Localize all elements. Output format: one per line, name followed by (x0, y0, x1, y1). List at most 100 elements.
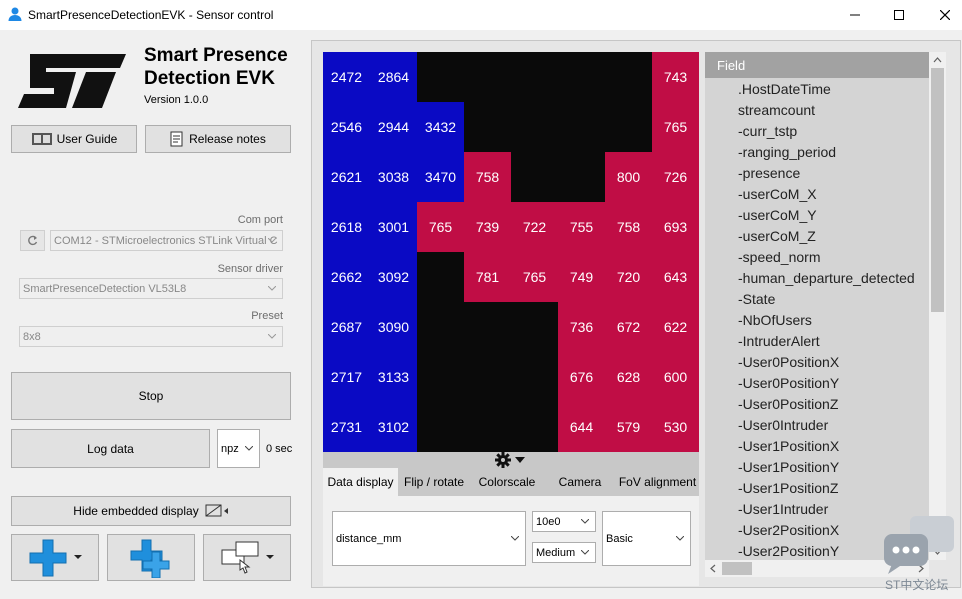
hide-display-label: Hide embedded display (73, 504, 199, 518)
release-notes-button[interactable]: Release notes (145, 125, 291, 153)
heatmap-cell: 2618 (323, 202, 370, 252)
heatmap-cell: 2472 (323, 52, 370, 102)
field-tree-item[interactable]: -IntruderAlert (705, 330, 929, 351)
level-select[interactable]: Medium (532, 542, 596, 563)
field-tree-item[interactable]: -curr_tstp (705, 120, 929, 141)
preset-select[interactable]: 8x8 (19, 326, 283, 347)
field-tree-item[interactable]: -speed_norm (705, 246, 929, 267)
close-button[interactable] (922, 0, 962, 30)
heatmap-cell: 2944 (370, 102, 417, 152)
heatmap-cell: 3102 (370, 402, 417, 452)
heatmap-cell (417, 352, 464, 402)
tab-fov-alignment[interactable]: FoV alignment (616, 468, 699, 496)
tab-data-display[interactable]: Data display (323, 468, 398, 496)
heatmap-cell: 3001 (370, 202, 417, 252)
heatmap-cell: 643 (652, 252, 699, 302)
field-tree-item[interactable]: -User0PositionY (705, 372, 929, 393)
log-format-select[interactable]: npz (217, 429, 260, 468)
heatmap-cell: 579 (605, 402, 652, 452)
heatmap-cell: 726 (652, 152, 699, 202)
stop-button[interactable]: Stop (11, 372, 291, 420)
field-tree-item[interactable]: -NbOfUsers (705, 309, 929, 330)
heatmap-cell (558, 52, 605, 102)
heatmap-cell (558, 102, 605, 152)
user-guide-button[interactable]: User Guide (11, 125, 137, 153)
tab-camera[interactable]: Camera (544, 468, 616, 496)
heatmap-cell (605, 102, 652, 152)
user-icon (8, 7, 22, 21)
heatmap-cell: 800 (605, 152, 652, 202)
heatmap-cell: 743 (652, 52, 699, 102)
field-tree-item[interactable]: -userCoM_Z (705, 225, 929, 246)
field-tree-horizontal-thumb[interactable] (722, 562, 752, 575)
heatmap-cell: 2731 (323, 402, 370, 452)
heatmap-cell: 722 (511, 202, 558, 252)
distance-heatmap: 2472 2864 743 2546 2944 3432 765 2621 3038 3470 75… (323, 52, 699, 452)
sensor-driver-value: SmartPresenceDetection VL53L8 (23, 282, 187, 295)
minimize-icon (850, 14, 860, 16)
field-tree-item[interactable]: -State (705, 288, 929, 309)
heatmap-cell: 672 (605, 302, 652, 352)
heatmap-cell: 600 (652, 352, 699, 402)
mode-select[interactable]: Basic (602, 511, 691, 566)
field-tree-item[interactable]: -User0PositionZ (705, 393, 929, 414)
heatmap-cell (464, 402, 511, 452)
windows-pointer-button[interactable] (203, 534, 291, 581)
field-tree-vertical-scrollbar[interactable] (929, 52, 946, 560)
chevron-down-icon (268, 333, 276, 339)
heatmap-cell (417, 302, 464, 352)
com-port-select[interactable]: COM12 - STMicroelectronics STLink Virtua… (50, 230, 283, 251)
settings-menu-button[interactable] (495, 452, 531, 468)
field-tree-item[interactable]: -User1PositionX (705, 435, 929, 456)
scale-select[interactable]: 10e0 (532, 511, 596, 532)
field-tree-item[interactable]: -ranging_period (705, 141, 929, 162)
minimize-button[interactable] (832, 0, 878, 30)
heatmap-cell: 622 (652, 302, 699, 352)
level-select-value: Medium (536, 546, 576, 559)
heatmap-cell (417, 252, 464, 302)
field-tree-item[interactable]: -userCoM_X (705, 183, 929, 204)
field-tree-vertical-thumb[interactable] (931, 68, 944, 312)
log-data-button[interactable]: Log data (11, 429, 210, 468)
field-tree-item[interactable]: streamcount (705, 99, 929, 120)
field-select[interactable]: distance_mm (332, 511, 526, 566)
sensor-driver-select[interactable]: SmartPresenceDetection VL53L8 (19, 278, 283, 299)
field-tree-item[interactable]: -User0PositionX (705, 351, 929, 372)
field-tree-item[interactable]: -User1PositionY (705, 456, 929, 477)
watermark-text: ST中文论坛 (885, 578, 949, 592)
refresh-button[interactable] (20, 230, 45, 251)
field-tree-item[interactable]: -User0Intruder (705, 414, 929, 435)
chevron-down-icon (268, 237, 276, 243)
brand-title-line1: Smart Presence (144, 45, 288, 66)
chevron-down-icon (515, 457, 525, 463)
heatmap-cell (464, 352, 511, 402)
maximize-button[interactable] (876, 0, 922, 30)
heatmap-cell: 749 (558, 252, 605, 302)
close-icon (940, 10, 950, 20)
field-tree-item[interactable]: -presence (705, 162, 929, 183)
heatmap-cell: 644 (558, 402, 605, 452)
field-tree[interactable]: Field .HostDateTime streamcount -curr_tstp… (705, 52, 929, 560)
log-duration: 0 sec (266, 443, 293, 455)
gear-icon (495, 452, 511, 468)
heatmap-cell (511, 402, 558, 452)
chevron-down-icon (268, 285, 276, 291)
tab-colorscale[interactable]: Colorscale (470, 468, 544, 496)
add-split-display-button[interactable] (107, 534, 195, 581)
heatmap-cell (464, 302, 511, 352)
field-tree-item[interactable]: .HostDateTime (705, 78, 929, 99)
field-tree-item[interactable]: -human_departure_detected (705, 267, 929, 288)
plus-split-icon (130, 539, 170, 578)
tab-flip-rotate[interactable]: Flip / rotate (398, 468, 470, 496)
book-icon (31, 133, 52, 145)
field-tree-item[interactable]: -User1PositionZ (705, 477, 929, 498)
add-display-button[interactable] (11, 534, 99, 581)
field-tree-item[interactable]: -userCoM_Y (705, 204, 929, 225)
chevron-up-icon (933, 57, 942, 63)
hide-display-button[interactable]: Hide embedded display (11, 496, 291, 526)
heatmap-cell: 2864 (370, 52, 417, 102)
heatmap-cell (464, 52, 511, 102)
chat-bubbles-icon (884, 516, 954, 574)
heatmap-cell: 628 (605, 352, 652, 402)
heatmap-cell (511, 102, 558, 152)
